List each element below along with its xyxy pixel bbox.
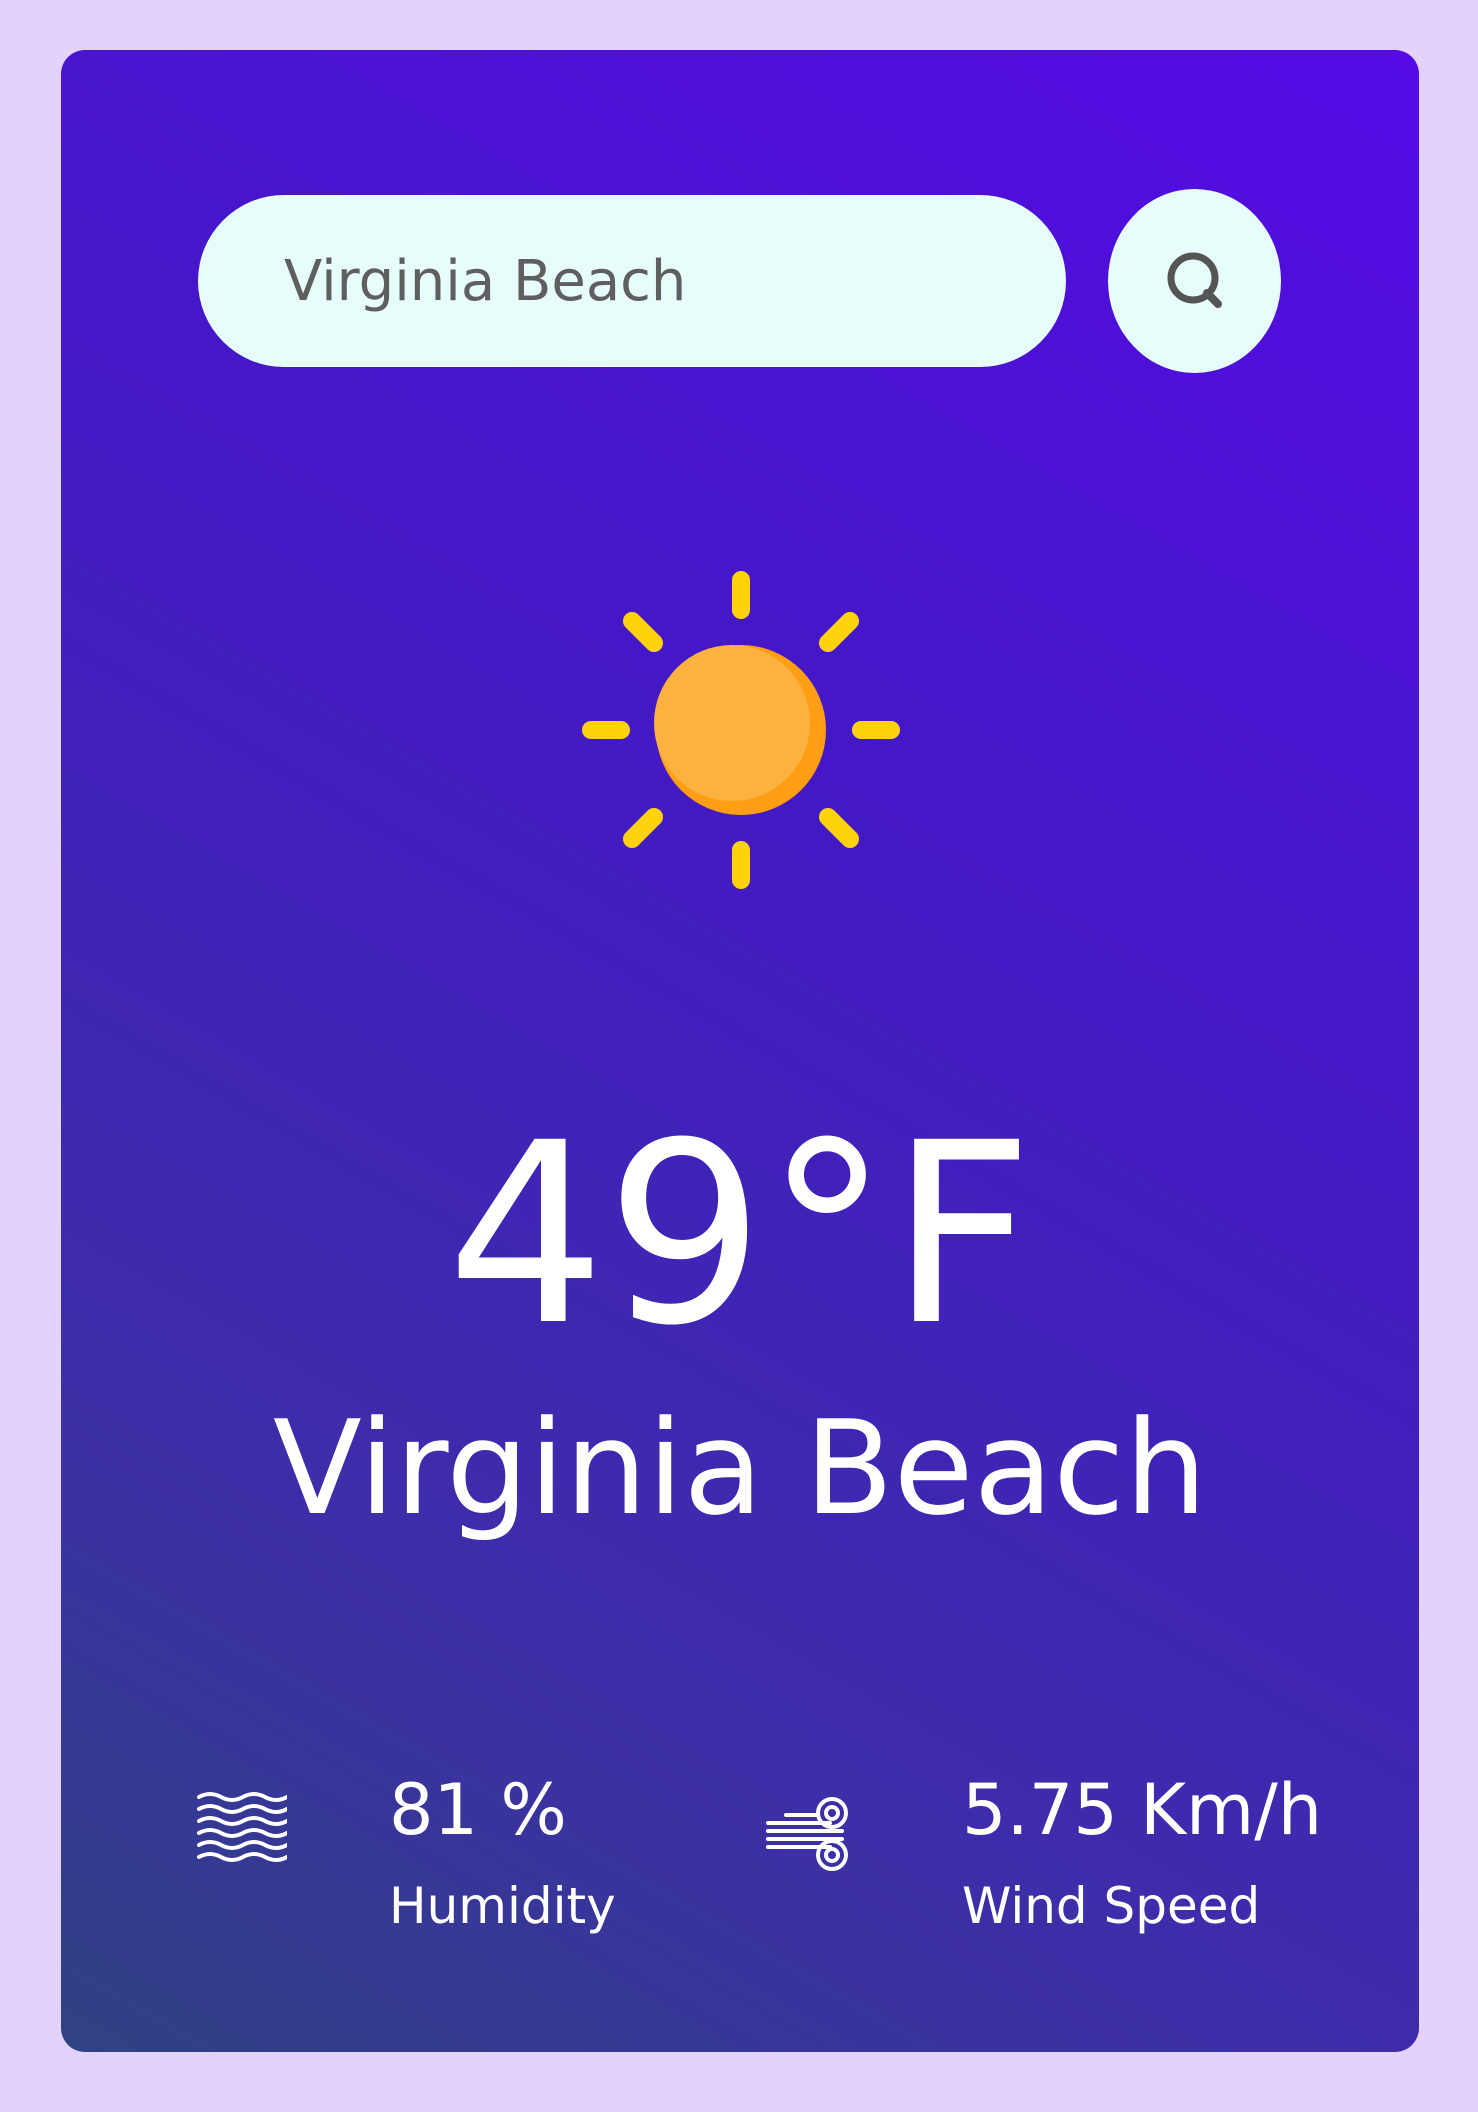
humidity-value: 81 % (389, 1769, 567, 1851)
temperature: 49°F (446, 1089, 1034, 1380)
search-input[interactable] (198, 195, 1066, 367)
waves-icon (197, 1792, 287, 1862)
city-name: Virginia Beach (272, 1392, 1208, 1544)
humidity-label: Humidity (389, 1877, 616, 1935)
wind-speed-label: Wind Speed (962, 1877, 1261, 1935)
weather-card: 49°F Virginia Beach 81 % Humidity (61, 50, 1419, 2052)
wind-icon (766, 1797, 848, 1871)
wind-detail: 5.75 Km/h Wind Speed (766, 1765, 1326, 1945)
search-bar (198, 189, 1281, 374)
search-icon (1167, 252, 1222, 308)
search-button[interactable] (1108, 189, 1281, 373)
wind-speed-value: 5.75 Km/h (962, 1769, 1323, 1851)
humidity-detail: 81 % Humidity (197, 1765, 617, 1945)
sun-icon (582, 571, 900, 889)
